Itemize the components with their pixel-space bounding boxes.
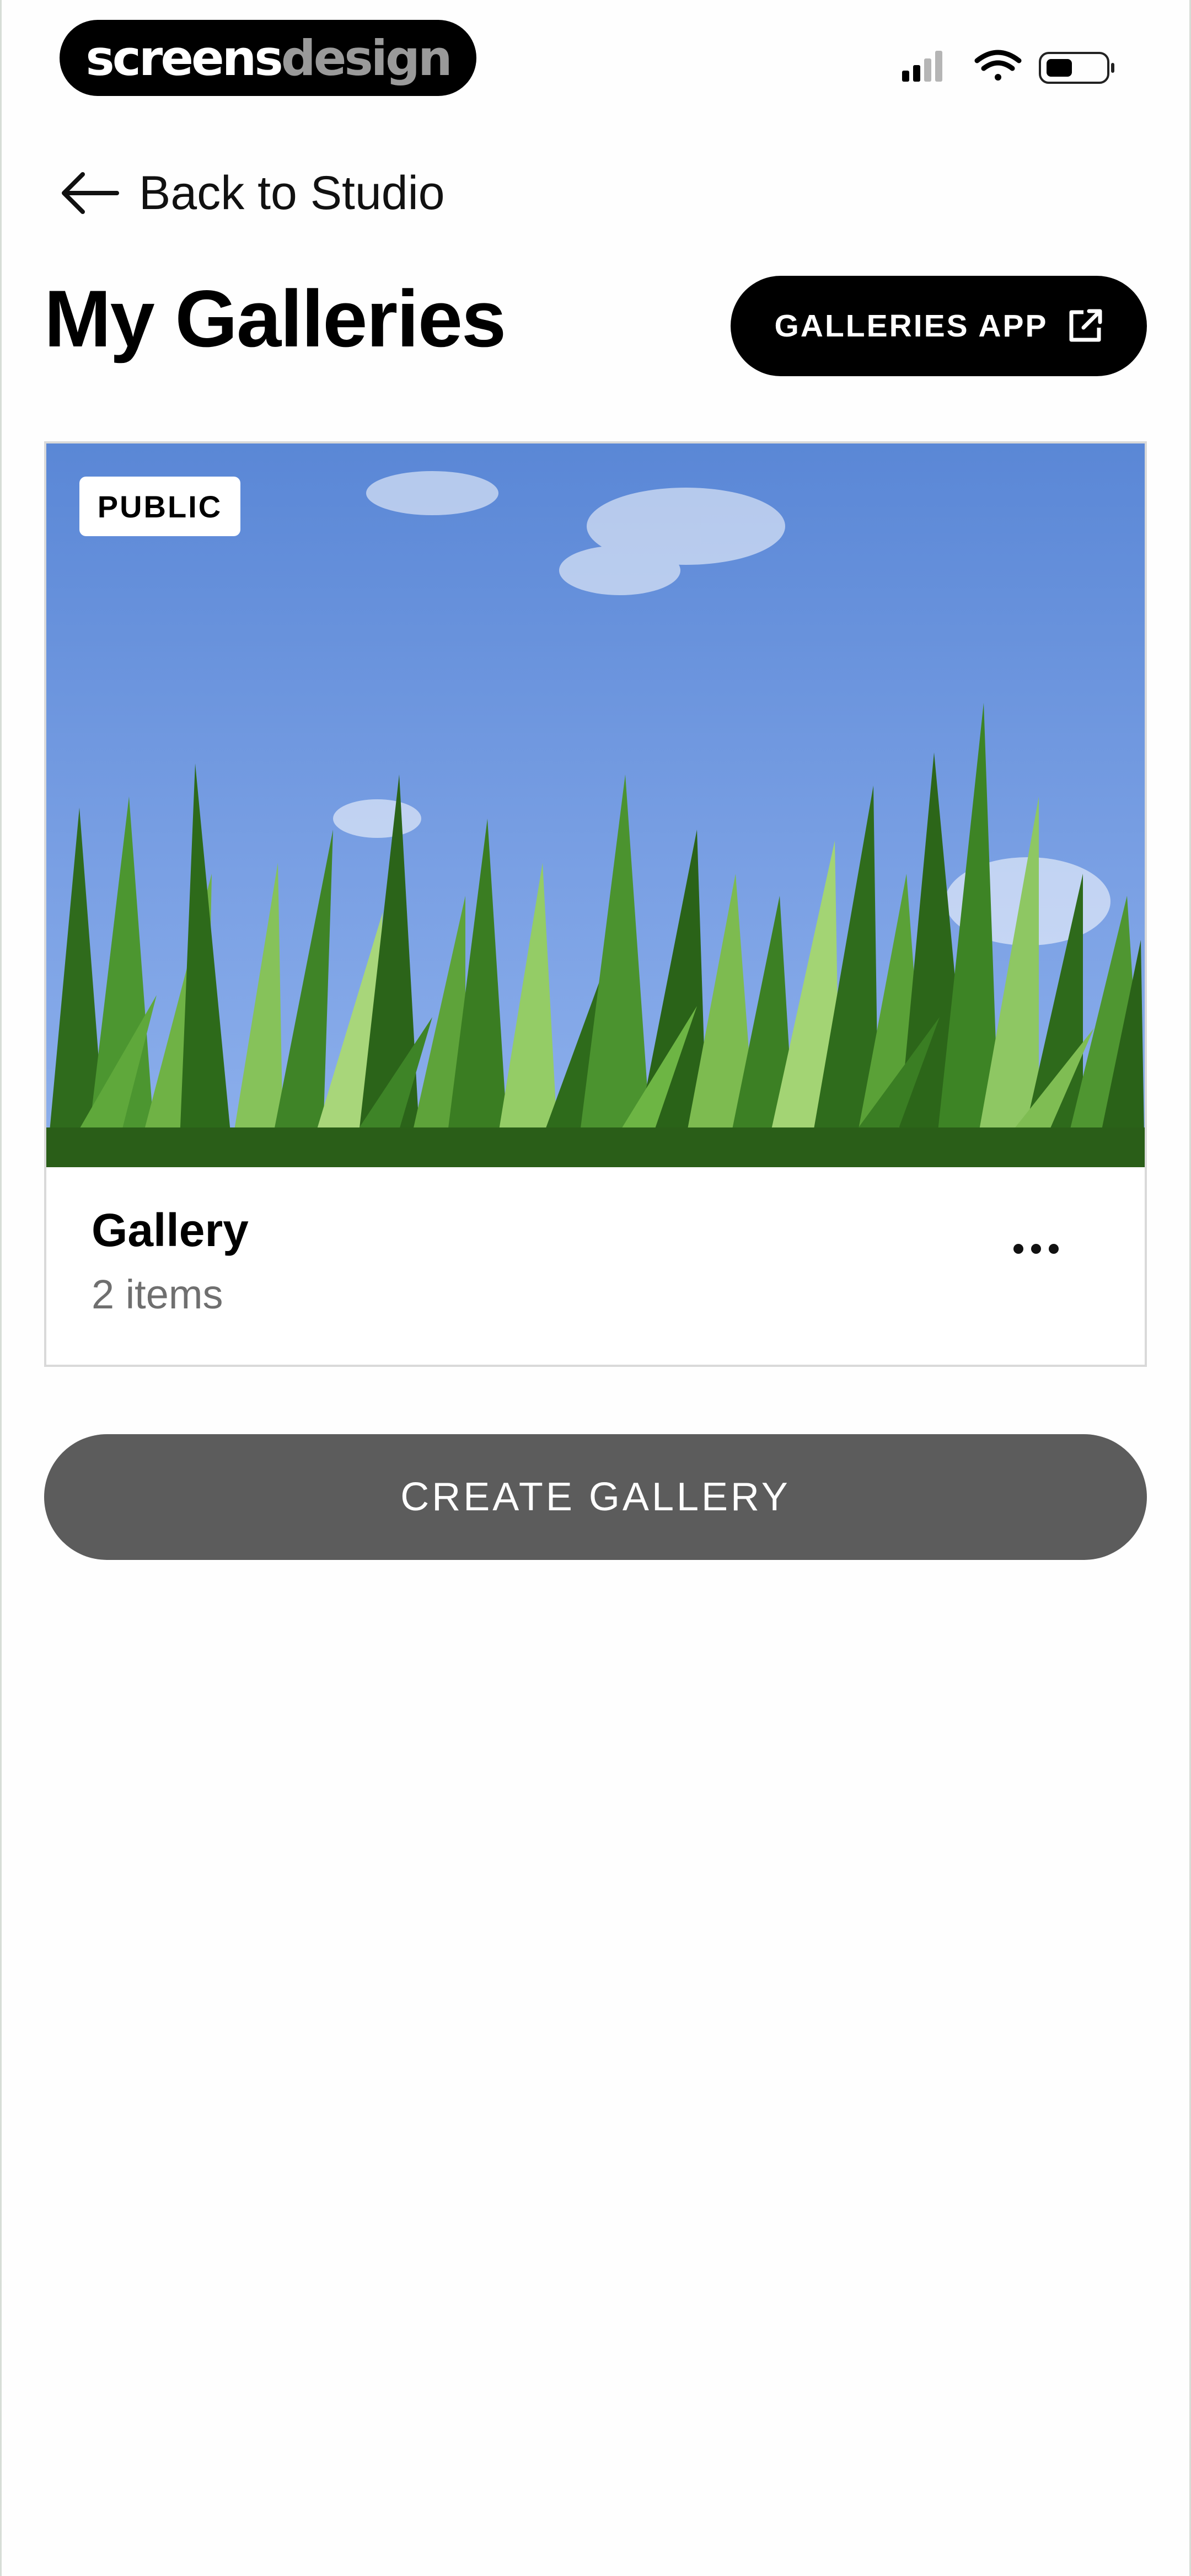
more-dot bbox=[1049, 1244, 1059, 1254]
external-link-icon bbox=[1069, 309, 1102, 342]
back-link-label: Back to Studio bbox=[139, 166, 445, 220]
gallery-item-count: 2 items bbox=[92, 1271, 223, 1317]
status-bar-icons bbox=[902, 50, 1114, 84]
brand-logo-part2: design bbox=[281, 29, 453, 87]
grass-sky-photo bbox=[46, 443, 1145, 1167]
more-dot bbox=[1013, 1244, 1023, 1254]
galleries-app-label: GALLERIES APP bbox=[774, 308, 1048, 344]
visibility-badge: PUBLIC bbox=[79, 477, 240, 536]
galleries-app-button[interactable]: GALLERIES APP bbox=[731, 276, 1147, 376]
gallery-cover-image: PUBLIC bbox=[46, 443, 1145, 1167]
more-dot bbox=[1031, 1244, 1041, 1254]
gallery-name: Gallery bbox=[92, 1204, 249, 1256]
wifi-icon bbox=[974, 50, 1022, 81]
brand-logo-part1: screens bbox=[85, 29, 283, 87]
arrow-left-icon bbox=[62, 172, 119, 214]
cellular-signal-icon bbox=[902, 51, 942, 82]
back-to-studio-link[interactable]: Back to Studio bbox=[60, 165, 445, 221]
battery-icon bbox=[1039, 52, 1114, 84]
gallery-card[interactable]: PUBLIC Gallery 2 items bbox=[44, 441, 1147, 1367]
more-options-icon[interactable] bbox=[995, 1221, 1077, 1276]
page-title: My Galleries bbox=[44, 274, 506, 364]
brand-logo: screens design bbox=[60, 20, 476, 96]
create-gallery-button[interactable]: CREATE GALLERY bbox=[44, 1434, 1147, 1560]
